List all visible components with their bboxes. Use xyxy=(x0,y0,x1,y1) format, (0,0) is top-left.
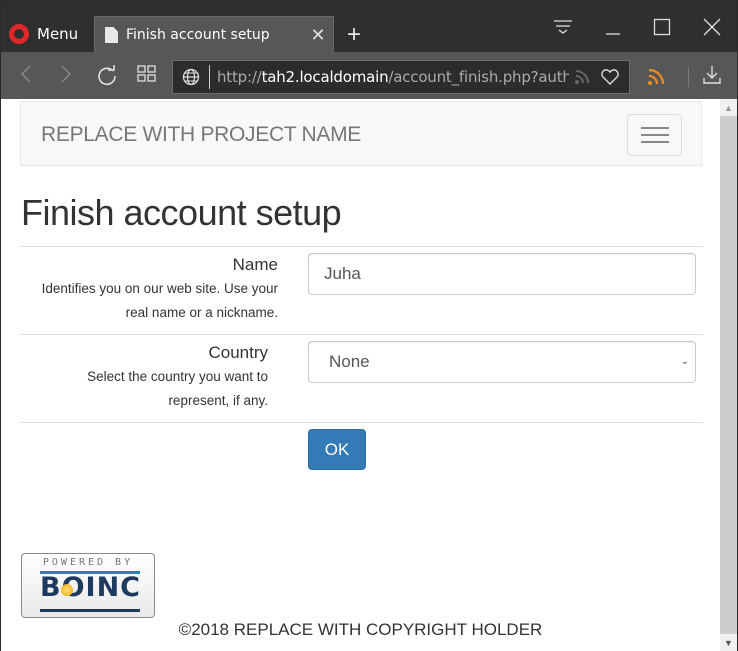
hamburger-icon-bar xyxy=(640,134,669,136)
divider xyxy=(20,246,703,247)
site-navbar: REPLACE WITH PROJECT NAME xyxy=(20,101,702,166)
country-label: Country xyxy=(208,343,268,362)
copyright-text: ©2018 REPLACE WITH COPYRIGHT HOLDER xyxy=(178,620,543,639)
chevron-down-icon: ⌄ xyxy=(680,356,689,367)
name-input[interactable]: Juha xyxy=(308,253,696,295)
name-label: Name xyxy=(232,255,278,274)
hamburger-icon-bar xyxy=(640,127,669,129)
divider xyxy=(20,334,703,335)
scroll-up-icon[interactable]: ▲ xyxy=(720,99,737,116)
tab-title: Finish account setup xyxy=(126,27,270,43)
boinc-logo-line xyxy=(40,609,140,612)
scroll-down-icon[interactable]: ▼ xyxy=(720,634,737,651)
tab-menu-icon[interactable] xyxy=(548,13,578,41)
divider xyxy=(20,422,703,423)
browser-window: Menu Finish account setup ✕ + http://tah… xyxy=(0,0,738,651)
title-bar: Menu Finish account setup ✕ + xyxy=(1,1,737,53)
close-icon[interactable]: ✕ xyxy=(303,25,333,46)
url-text[interactable]: http://tah2.localdomain/account_finish.p… xyxy=(217,68,569,86)
rss-feed-icon[interactable] xyxy=(647,68,665,91)
document-icon xyxy=(105,27,118,43)
speed-dial-icon[interactable] xyxy=(137,64,157,89)
vertical-scrollbar[interactable]: ▲ ▼ xyxy=(720,99,737,651)
country-select[interactable]: None ⌄ xyxy=(308,341,696,383)
back-icon[interactable] xyxy=(19,64,33,89)
minimize-icon[interactable] xyxy=(598,13,628,41)
boinc-logo-icon: BOINC xyxy=(40,572,141,603)
address-bar[interactable]: http://tah2.localdomain/account_finish.p… xyxy=(172,60,630,94)
forward-icon[interactable] xyxy=(59,64,73,89)
name-help-text: Identifies you on our web site. Use your… xyxy=(41,281,278,320)
address-separator xyxy=(209,65,210,89)
hamburger-icon-bar xyxy=(640,141,669,143)
url-scheme: http:// xyxy=(217,68,262,86)
maximize-icon[interactable] xyxy=(647,13,677,41)
opera-menu-button[interactable]: Menu xyxy=(9,17,78,51)
menu-label: Menu xyxy=(37,25,79,43)
window-close-icon[interactable] xyxy=(697,13,727,41)
globe-icon[interactable] xyxy=(173,68,209,86)
reload-icon[interactable] xyxy=(96,64,118,91)
boinc-logo-dot xyxy=(61,584,73,596)
country-select-value: None xyxy=(329,352,370,371)
powered-by-boinc-badge[interactable]: POWERED BY BOINC xyxy=(21,553,155,618)
tab-finish-account-setup[interactable]: Finish account setup ✕ xyxy=(94,16,334,53)
ok-button[interactable]: OK xyxy=(308,429,366,470)
country-help-text: Select the country you want to represent… xyxy=(87,369,268,408)
heart-icon[interactable] xyxy=(595,68,625,86)
country-field-label: Country Select the country you want to r… xyxy=(21,343,268,413)
name-field-label: Name Identifies you on our web site. Use… xyxy=(21,255,278,325)
navbar-toggle-button[interactable] xyxy=(627,114,682,156)
powered-by-text: POWERED BY xyxy=(42,557,134,568)
download-icon[interactable] xyxy=(702,65,722,90)
url-path: /account_finish.php?auth xyxy=(388,68,569,86)
toolbar-separator xyxy=(688,67,689,87)
name-input-value: Juha xyxy=(324,264,361,283)
new-tab-button[interactable]: + xyxy=(343,21,365,49)
url-host: tah2.localdomain xyxy=(261,68,389,86)
rss-icon[interactable] xyxy=(569,69,595,85)
page-title: Finish account setup xyxy=(21,192,342,233)
opera-logo-icon xyxy=(9,24,29,44)
project-brand[interactable]: REPLACE WITH PROJECT NAME xyxy=(41,123,361,147)
web-page: REPLACE WITH PROJECT NAME Finish account… xyxy=(1,99,720,651)
